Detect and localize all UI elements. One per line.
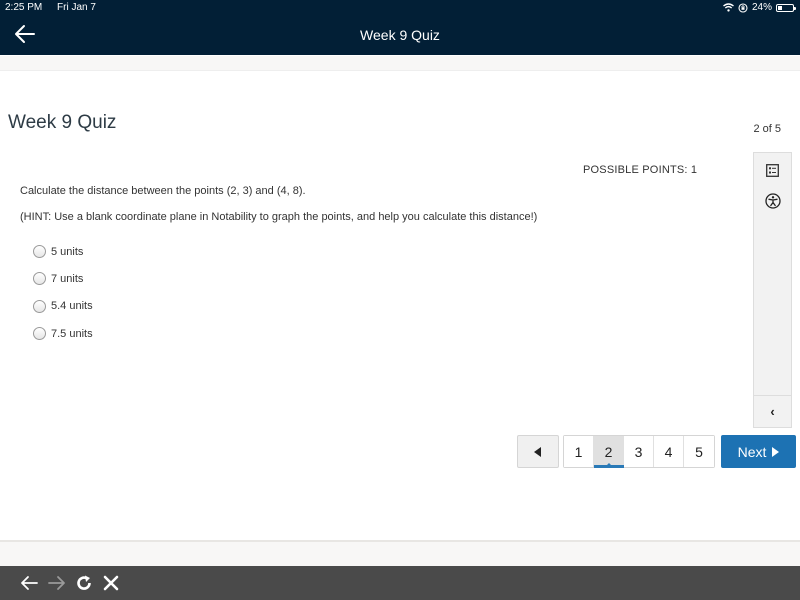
side-divider bbox=[754, 395, 791, 396]
answer-option[interactable]: 5.4 units bbox=[33, 293, 93, 320]
close-icon bbox=[103, 575, 119, 591]
answer-label: 5 units bbox=[51, 245, 84, 258]
wifi-icon bbox=[723, 3, 734, 12]
browser-toolbar bbox=[0, 566, 800, 600]
triangle-left-icon bbox=[534, 446, 541, 457]
side-panel: ‹ bbox=[753, 152, 792, 428]
previous-button[interactable] bbox=[517, 435, 559, 468]
browser-forward-button[interactable] bbox=[46, 572, 68, 594]
answer-option[interactable]: 7 units bbox=[33, 265, 93, 292]
triangle-right-icon bbox=[772, 446, 780, 457]
footer-bar bbox=[0, 540, 800, 566]
page-button-current[interactable]: 2 bbox=[594, 436, 624, 468]
app: 2:25 PM Fri Jan 7 24% Week 9 Quiz Week 9… bbox=[0, 0, 800, 600]
page-button[interactable]: 3 bbox=[624, 436, 654, 467]
status-time: 2:25 PM bbox=[5, 2, 43, 13]
battery-percent: 24% bbox=[751, 2, 772, 13]
accessibility-icon bbox=[764, 193, 781, 209]
possible-points: POSSIBLE POINTS: 1 bbox=[583, 164, 698, 176]
next-label: Next bbox=[737, 443, 767, 460]
page-button[interactable]: 1 bbox=[564, 436, 594, 467]
page-title: Week 9 Quiz bbox=[8, 112, 117, 133]
nav-title: Week 9 Quiz bbox=[360, 27, 440, 43]
accessibility-button[interactable] bbox=[754, 190, 791, 212]
hint-text: (HINT: Use a blank coordinate plane in N… bbox=[20, 211, 538, 223]
top-bar: 2:25 PM Fri Jan 7 24% Week 9 Quiz bbox=[0, 0, 800, 55]
back-arrow-icon bbox=[21, 576, 38, 590]
browser-stop-button[interactable] bbox=[100, 572, 122, 594]
browser-reload-button[interactable] bbox=[73, 572, 95, 594]
radio-button[interactable] bbox=[33, 327, 46, 341]
status-date: Fri Jan 7 bbox=[57, 2, 96, 13]
radio-button[interactable] bbox=[33, 272, 46, 286]
collapse-panel-button[interactable]: ‹ bbox=[754, 399, 791, 423]
orientation-lock-icon bbox=[738, 2, 748, 13]
answer-label: 7.5 units bbox=[51, 327, 93, 340]
browser-back-button[interactable] bbox=[18, 572, 40, 594]
answer-option[interactable]: 5 units bbox=[33, 238, 93, 265]
answer-label: 7 units bbox=[51, 272, 84, 285]
next-button[interactable]: Next bbox=[721, 435, 796, 468]
question-list-button[interactable] bbox=[754, 159, 791, 181]
forward-arrow-icon bbox=[48, 576, 65, 590]
status-bar-left: 2:25 PM Fri Jan 7 bbox=[5, 2, 108, 13]
battery-icon bbox=[776, 3, 796, 12]
question-counter: 2 of 5 bbox=[753, 123, 781, 135]
chevron-left-icon: ‹ bbox=[770, 403, 775, 419]
answer-option[interactable]: 7.5 units bbox=[33, 320, 93, 347]
status-bar-right: 24% bbox=[723, 2, 796, 13]
radio-button[interactable] bbox=[33, 299, 46, 313]
sub-header-bar bbox=[0, 56, 800, 71]
page-button[interactable]: 4 bbox=[654, 436, 684, 467]
answer-list: 5 units 7 units 5.4 units 7.5 units bbox=[33, 238, 93, 347]
pagination: 1 2 3 4 5 Next bbox=[517, 435, 796, 468]
radio-button[interactable] bbox=[33, 245, 46, 259]
question-list-icon bbox=[766, 163, 779, 177]
question-text: Calculate the distance between the point… bbox=[20, 185, 306, 197]
answer-label: 5.4 units bbox=[51, 300, 93, 313]
page-button[interactable]: 5 bbox=[684, 436, 714, 467]
reload-icon bbox=[77, 575, 91, 590]
page-list: 1 2 3 4 5 bbox=[563, 435, 715, 468]
